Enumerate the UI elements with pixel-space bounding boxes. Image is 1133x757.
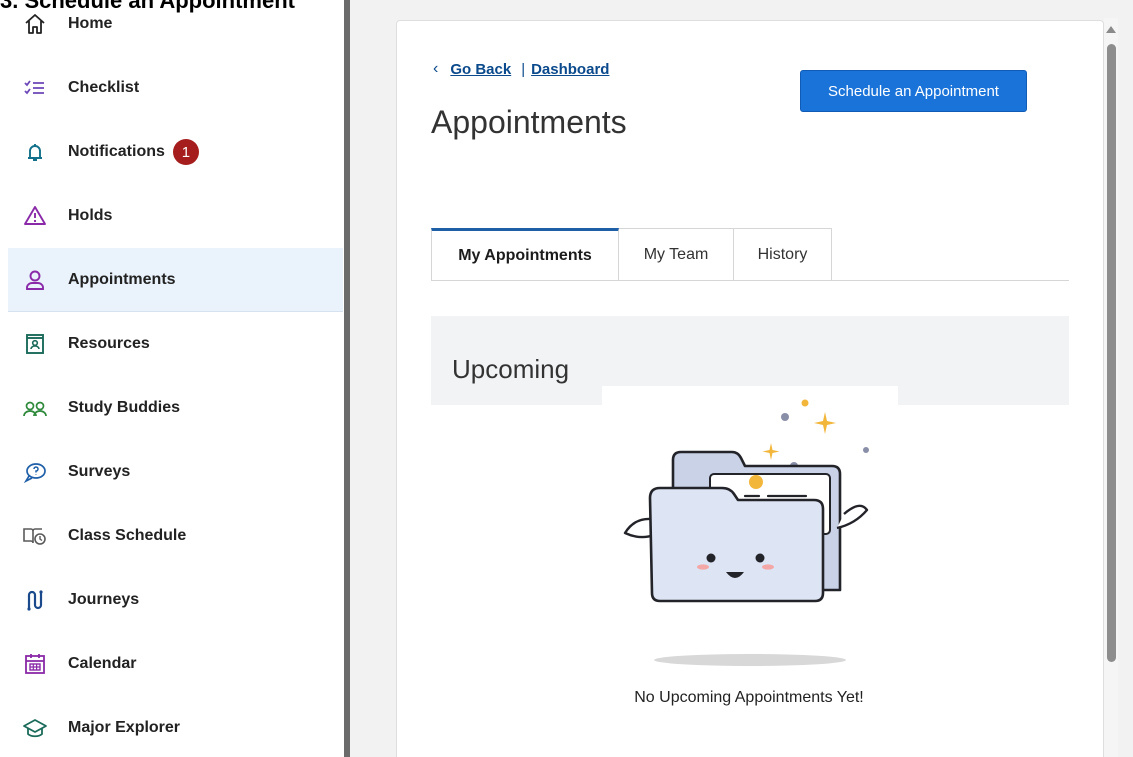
sidebar-item-class-schedule[interactable]: Class Schedule (8, 504, 343, 568)
calendar-icon (22, 651, 48, 677)
page-title: Appointments (431, 104, 627, 140)
sidebar-item-study-buddies[interactable]: Study Buddies (8, 376, 343, 440)
scrollbar-thumb[interactable] (1107, 44, 1116, 662)
sidebar-item-journeys[interactable]: Journeys (8, 568, 343, 632)
class-schedule-icon (22, 523, 48, 549)
sidebar-item-calendar[interactable]: Calendar (8, 632, 343, 696)
upcoming-title: Upcoming (452, 354, 570, 384)
tab-my-team[interactable]: My Team (619, 228, 734, 281)
bell-icon (22, 139, 48, 165)
tab-underline (431, 280, 1069, 281)
resources-icon (22, 331, 48, 357)
sidebar-item-label: Home (68, 15, 113, 32)
sidebar-item-label: Class Schedule (68, 527, 187, 544)
scroll-up-arrow-icon[interactable] (1106, 26, 1116, 33)
breadcrumb: ‹ Go Back | Dashboard (433, 60, 609, 78)
sidebar-item-label: Surveys (68, 463, 131, 480)
tab-history[interactable]: History (734, 228, 832, 281)
appointment-tabs: My Appointments My Team History (431, 228, 832, 281)
journeys-icon (22, 587, 48, 613)
notification-badge: 1 (172, 139, 199, 165)
survey-bubble-icon (22, 459, 48, 485)
sidebar-item-major-explorer[interactable]: Major Explorer (8, 696, 343, 757)
sidebar-item-surveys[interactable]: Surveys (8, 440, 343, 504)
empty-folder-illustration (623, 399, 869, 666)
schedule-appointment-button[interactable]: Schedule an Appointment (800, 70, 1027, 112)
home-icon (22, 11, 48, 37)
sidebar-item-label: Notifications (68, 143, 165, 160)
sidebar-item-label: Appointments (68, 270, 176, 288)
sidebar-item-appointments[interactable]: Appointments (8, 248, 343, 312)
breadcrumb-separator: | (521, 60, 526, 78)
sidebar-item-label: Major Explorer (68, 719, 181, 736)
sidebar-item-label: Holds (68, 207, 113, 224)
sidebar-item-notifications[interactable]: Notifications 1 (8, 120, 343, 184)
sidebar-item-label: Study Buddies (68, 399, 181, 416)
sidebar-item-label: Calendar (68, 655, 137, 672)
graduation-cap-icon (22, 715, 48, 741)
sidebar-item-label: Checklist (68, 79, 140, 96)
study-buddies-icon (22, 395, 48, 421)
sidebar: Home Checklist Notifications 1 Holds App… (0, 0, 344, 757)
page-heading: 3. Schedule an Appointment (0, 0, 295, 13)
warning-icon (22, 203, 48, 229)
sidebar-item-label: Journeys (68, 591, 140, 608)
checklist-icon (22, 75, 48, 101)
tab-my-appointments[interactable]: My Appointments (431, 228, 619, 281)
chevron-left-icon[interactable]: ‹ (433, 60, 438, 78)
sidebar-item-checklist[interactable]: Checklist (8, 56, 343, 120)
person-icon (22, 267, 48, 293)
sidebar-item-holds[interactable]: Holds (8, 184, 343, 248)
go-back-link[interactable]: Go Back (450, 61, 511, 78)
dashboard-link[interactable]: Dashboard (531, 61, 609, 78)
sidebar-item-label: Resources (68, 335, 150, 352)
empty-state-message: No Upcoming Appointments Yet! (634, 689, 864, 706)
sidebar-item-resources[interactable]: Resources (8, 312, 343, 376)
